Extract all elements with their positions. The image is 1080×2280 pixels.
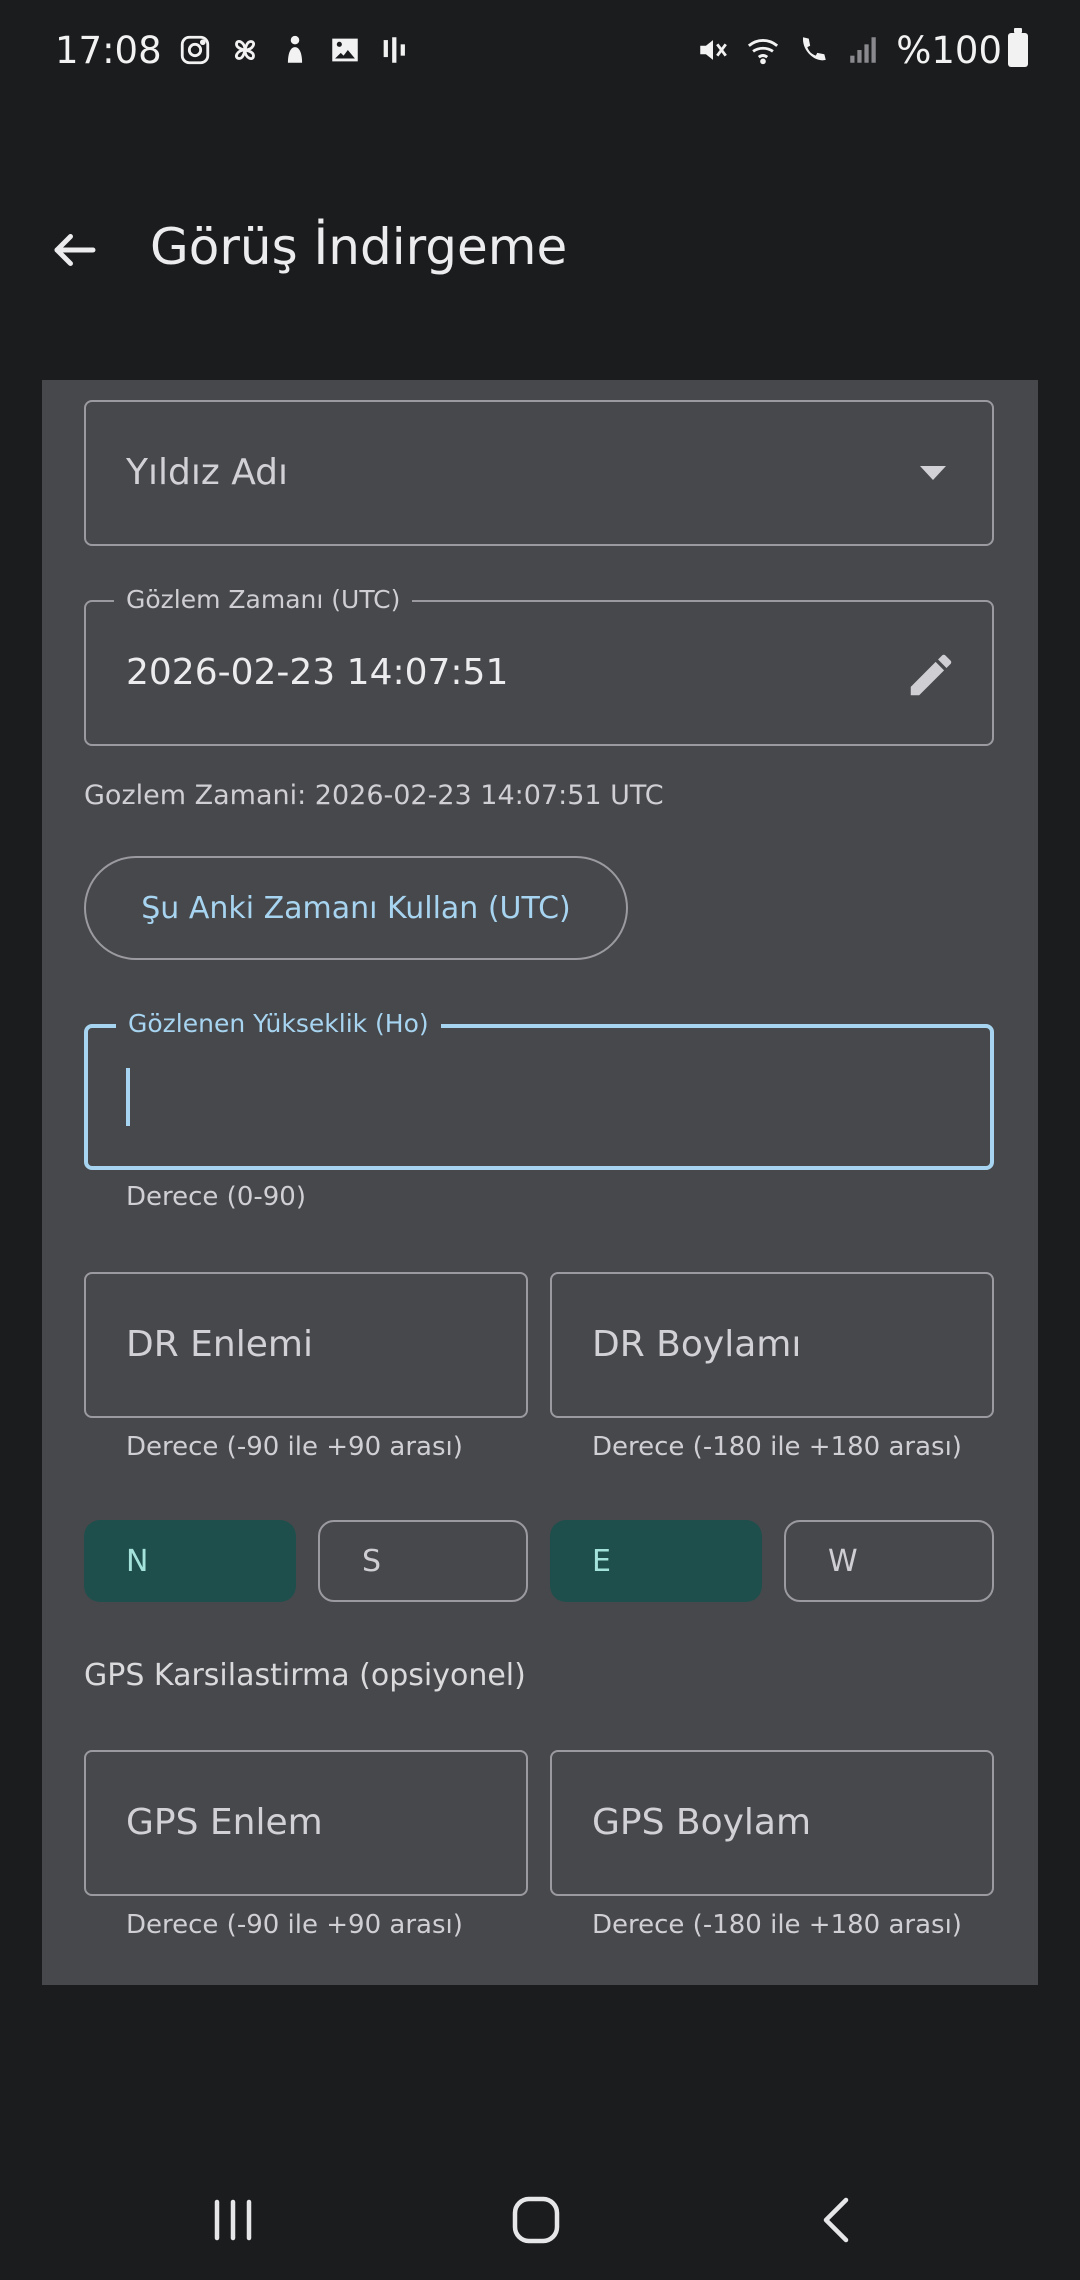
gps-longitude-helper: Derece (-180 ile +180 arası): [592, 1910, 962, 1940]
dr-longitude-helper: Derece (-180 ile +180 arası): [592, 1432, 962, 1462]
hemisphere-e-button[interactable]: E: [550, 1520, 762, 1602]
hemisphere-s-label: S: [362, 1543, 382, 1579]
home-icon[interactable]: [496, 2180, 576, 2260]
observed-altitude-helper: Derece (0-90): [126, 1182, 306, 1212]
audio-bars-icon: [378, 33, 412, 67]
wifi-call-icon: [796, 33, 830, 67]
signal-icon: [846, 33, 880, 67]
app-bar: Görüş İndirgeme: [0, 190, 1080, 320]
observation-time-value: 2026-02-23 14:07:51: [126, 652, 509, 693]
system-navigation-bar: [0, 2160, 1080, 2280]
status-time: 17:08: [55, 28, 162, 72]
observation-time-label: Gözlem Zamanı (UTC): [114, 586, 413, 614]
dr-latitude-input[interactable]: DR Enlemi: [84, 1272, 528, 1418]
gps-latitude-input[interactable]: GPS Enlem: [84, 1750, 528, 1896]
hemisphere-n-button[interactable]: N: [84, 1520, 296, 1602]
dr-latitude-placeholder: DR Enlemi: [126, 1324, 313, 1365]
observation-time-helper: Gozlem Zamani: 2026-02-23 14:07:51 UTC: [84, 780, 664, 811]
gallery-icon: [328, 33, 362, 67]
arrow-left-icon[interactable]: [48, 223, 102, 277]
nav-back-icon[interactable]: [798, 2180, 878, 2260]
gps-latitude-placeholder: GPS Enlem: [126, 1802, 323, 1843]
observed-altitude-input[interactable]: Gözlenen Yükseklik (Ho): [84, 1010, 994, 1170]
battery-icon: [1008, 28, 1028, 67]
hemisphere-e-label: E: [592, 1543, 611, 1579]
hemisphere-s-button[interactable]: S: [318, 1520, 528, 1602]
pinwheel-icon: [228, 33, 262, 67]
instagram-icon: [178, 33, 212, 67]
gps-longitude-placeholder: GPS Boylam: [592, 1802, 812, 1843]
star-name-dropdown[interactable]: Yıldız Adı: [84, 400, 994, 546]
recents-icon[interactable]: [193, 2180, 273, 2260]
gps-latitude-helper: Derece (-90 ile +90 arası): [126, 1910, 463, 1940]
battery-level: %100: [896, 28, 1002, 72]
status-bar: 17:08 %100: [0, 0, 1080, 100]
use-current-time-label: Şu Anki Zamanı Kullan (UTC): [141, 890, 571, 926]
use-current-time-button[interactable]: Şu Anki Zamanı Kullan (UTC): [84, 856, 628, 960]
observation-time-field[interactable]: Gözlem Zamanı (UTC) 2026-02-23 14:07:51: [84, 586, 994, 746]
star-name-placeholder: Yıldız Adı: [126, 452, 289, 493]
dropdown-arrow-icon: [918, 464, 948, 486]
text-cursor: [126, 1068, 130, 1126]
mute-icon: [696, 33, 730, 67]
hemisphere-w-button[interactable]: W: [784, 1520, 994, 1602]
wifi-icon: [746, 33, 780, 67]
gps-section-label: GPS Karsilastirma (opsiyonel): [84, 1658, 526, 1693]
hemisphere-n-label: N: [126, 1543, 149, 1579]
figure-icon: [278, 33, 312, 67]
dr-longitude-placeholder: DR Boylamı: [592, 1324, 802, 1365]
form-card: Yıldız Adı Gözlem Zamanı (UTC) 2026-02-2…: [42, 380, 1038, 1985]
observed-altitude-label: Gözlenen Yükseklik (Ho): [116, 1010, 441, 1038]
hemisphere-w-label: W: [828, 1543, 858, 1579]
page-title: Görüş İndirgeme: [150, 218, 568, 276]
gps-longitude-input[interactable]: GPS Boylam: [550, 1750, 994, 1896]
edit-pencil-icon[interactable]: [904, 648, 958, 706]
dr-latitude-helper: Derece (-90 ile +90 arası): [126, 1432, 463, 1462]
dr-longitude-input[interactable]: DR Boylamı: [550, 1272, 994, 1418]
